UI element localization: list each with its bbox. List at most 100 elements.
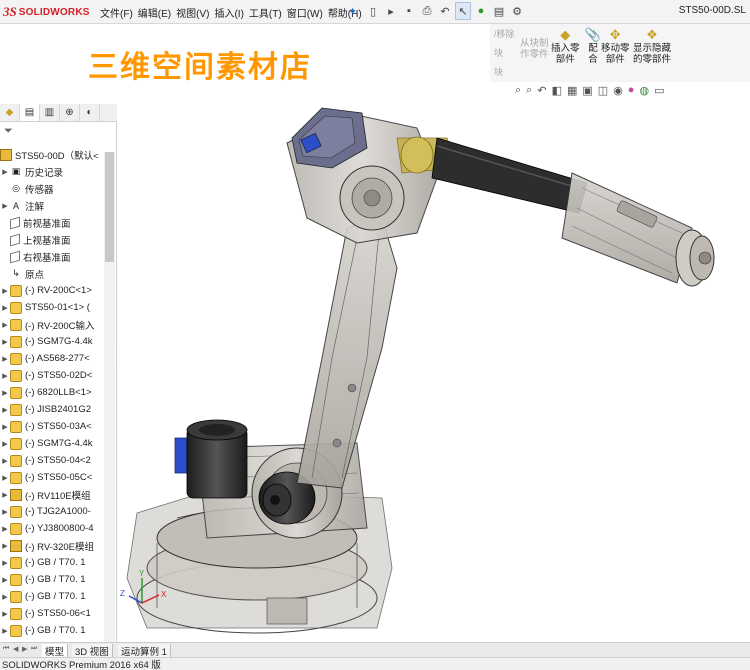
- dimxpert-tab-icon[interactable]: ⊕: [60, 104, 80, 121]
- tree-item[interactable]: ▶ (-) STS50-03A<: [0, 418, 104, 435]
- tree-item[interactable]: ▶ (-) RV-200C<1>: [0, 282, 104, 299]
- filter-icon[interactable]: ⏷: [4, 125, 13, 138]
- tree-item[interactable]: ▶ (-) YJ3800800-4: [0, 520, 104, 537]
- file-properties-icon[interactable]: ▤: [491, 2, 507, 20]
- tree-item[interactable]: ▶ (-) STS50-05C<: [0, 469, 104, 486]
- tab-scroll-next-icon[interactable]: ▶: [22, 645, 27, 653]
- tree-item[interactable]: ▶ (-) RV-320E模组: [0, 537, 104, 554]
- mate-button[interactable]: 📎 配 合: [584, 26, 602, 66]
- expand-arrow-icon[interactable]: ▶: [0, 202, 10, 210]
- expand-arrow-icon[interactable]: ▶: [0, 508, 10, 516]
- make-part-from-block-button[interactable]: 从块制 作零件: [520, 38, 549, 60]
- previous-view-icon[interactable]: ↶: [537, 84, 546, 97]
- section-view-icon[interactable]: ◧: [552, 84, 562, 97]
- save-icon[interactable]: ▪: [401, 2, 417, 20]
- tab-motion-study[interactable]: 运动算例 1: [118, 644, 171, 658]
- tree-item[interactable]: 右视基准面: [0, 248, 104, 265]
- new-document-icon[interactable]: ▯: [365, 2, 381, 20]
- tree-item[interactable]: ▶ (-) SGM7G-4.4k: [0, 435, 104, 452]
- dynamic-annotation-icon[interactable]: ▦: [567, 84, 577, 97]
- forearm-tube[interactable]: [431, 137, 588, 214]
- property-manager-tab-icon[interactable]: ▤: [20, 104, 40, 121]
- tree-item[interactable]: ▶ (-) RV-200C输入: [0, 316, 104, 333]
- zoom-area-icon[interactable]: ⌕: [526, 84, 532, 97]
- tab-scroll-first-icon[interactable]: ⏮: [3, 645, 9, 653]
- tree-item[interactable]: ▶ ▣ 历史记录: [0, 163, 104, 180]
- tree-item[interactable]: ▶ (-) STS50-02D<: [0, 367, 104, 384]
- tree-item[interactable]: ▶ (-) GB / T70. 1: [0, 622, 104, 639]
- tree-item[interactable]: ▶ (-) STS50-06<1: [0, 605, 104, 622]
- configuration-manager-tab-icon[interactable]: ▥: [40, 104, 60, 121]
- options-gear-icon[interactable]: ⚙: [509, 2, 525, 20]
- expand-arrow-icon[interactable]: ▶: [0, 457, 10, 465]
- tree-item[interactable]: ▶ (-) TJG2A1000-: [0, 503, 104, 520]
- expand-arrow-icon[interactable]: ▶: [0, 389, 10, 397]
- tree-item[interactable]: 上视基准面: [0, 231, 104, 248]
- tree-item[interactable]: ▶ (-) 6820LLB<1>: [0, 384, 104, 401]
- expand-arrow-icon[interactable]: ▶: [0, 627, 10, 635]
- expand-arrow-icon[interactable]: ▶: [0, 406, 10, 414]
- expand-arrow-icon[interactable]: ▶: [0, 287, 10, 295]
- expand-arrow-icon[interactable]: ▶: [0, 525, 10, 533]
- tree-root[interactable]: STS50-00D（默认<: [0, 146, 104, 163]
- tree-item[interactable]: ▶ (-) GB / T70. 1: [0, 588, 104, 605]
- select-icon[interactable]: ↖: [455, 2, 471, 20]
- display-style-icon[interactable]: ◫: [598, 84, 608, 97]
- expand-arrow-icon[interactable]: ▶: [0, 593, 10, 601]
- pin-icon[interactable]: ✦: [348, 5, 357, 18]
- tree-item[interactable]: ▶ STS50-01<1> (: [0, 299, 104, 316]
- rebuild-icon[interactable]: ●: [473, 2, 489, 20]
- scrollbar-thumb[interactable]: [105, 152, 114, 262]
- tree-item[interactable]: ▶ (-) STS50-04<2: [0, 452, 104, 469]
- print-icon[interactable]: ⎙: [419, 2, 435, 20]
- view-orientation-icon[interactable]: ▣: [582, 84, 592, 97]
- menu-window[interactable]: 窗口(W): [287, 5, 323, 20]
- menu-insert[interactable]: 插入(I): [214, 5, 243, 20]
- tree-item[interactable]: 前视基准面: [0, 214, 104, 231]
- feature-manager-tab-icon[interactable]: ◆: [0, 104, 20, 121]
- expand-arrow-icon[interactable]: ▶: [0, 542, 10, 550]
- tab-scroll-last-icon[interactable]: ⏭: [31, 645, 37, 653]
- expand-arrow-icon[interactable]: ▶: [0, 474, 10, 482]
- tree-item[interactable]: ▶ (-) GB / T70. 1: [0, 571, 104, 588]
- expand-arrow-icon[interactable]: ▶: [0, 304, 10, 312]
- expand-arrow-icon[interactable]: ▶: [0, 168, 10, 176]
- expand-arrow-icon[interactable]: ▶: [0, 372, 10, 380]
- zoom-to-fit-icon[interactable]: ⌕: [515, 84, 521, 97]
- tree-item[interactable]: ▶ (-) RV110E模组: [0, 486, 104, 503]
- tree-item[interactable]: ▶ (-) GB / T70. 1: [0, 554, 104, 571]
- tab-scroll-prev-icon[interactable]: ◀: [13, 645, 18, 653]
- expand-arrow-icon[interactable]: ▶: [0, 491, 10, 499]
- menu-tools[interactable]: 工具(T): [249, 5, 282, 20]
- tree-item[interactable]: ▶ (-) JISB2401G2: [0, 401, 104, 418]
- tree-item[interactable]: ▶ (-) AS568-277<: [0, 350, 104, 367]
- view-settings-icon[interactable]: ▭: [654, 84, 664, 97]
- tree-item[interactable]: ▶ A 注解: [0, 197, 104, 214]
- tree-item[interactable]: ◎ 传感器: [0, 180, 104, 197]
- graphics-area[interactable]: Y X Z: [117, 98, 750, 642]
- menu-edit[interactable]: 编辑(E): [138, 5, 171, 20]
- tree-item[interactable]: ↳ 原点: [0, 265, 104, 282]
- insert-component-button[interactable]: ◆ 插入零 部件: [551, 26, 580, 66]
- solidworks-logo[interactable]: 3S SOLIDWORKS: [3, 4, 90, 20]
- scene-icon[interactable]: ◍: [639, 84, 649, 97]
- open-icon[interactable]: ▸: [383, 2, 399, 20]
- expand-arrow-icon[interactable]: ▶: [0, 610, 10, 618]
- tab-3d-view[interactable]: 3D 视图: [72, 644, 113, 658]
- lower-arm[interactable]: [296, 217, 398, 489]
- move-component-button[interactable]: ✥ 移动零 部件: [601, 26, 630, 66]
- base-motor[interactable]: [186, 419, 248, 499]
- expand-arrow-icon[interactable]: ▶: [0, 559, 10, 567]
- expand-arrow-icon[interactable]: ▶: [0, 440, 10, 448]
- hide-show-items-icon[interactable]: ◉: [613, 84, 623, 97]
- expand-arrow-icon[interactable]: ▶: [0, 576, 10, 584]
- tree-item[interactable]: ▶ (-) SGM7G-4.4k: [0, 333, 104, 350]
- undo-icon[interactable]: ↶: [437, 2, 453, 20]
- expand-arrow-icon[interactable]: ▶: [0, 338, 10, 346]
- display-manager-tab-icon[interactable]: ◐: [80, 104, 100, 121]
- feature-tree-scrollbar[interactable]: [104, 152, 115, 642]
- expand-arrow-icon[interactable]: ▶: [0, 423, 10, 431]
- show-hidden-components-button[interactable]: ❖ 显示隐藏 的零部件: [633, 26, 671, 66]
- expand-arrow-icon[interactable]: ▶: [0, 321, 10, 329]
- robot-model-view[interactable]: Y X Z: [117, 98, 750, 642]
